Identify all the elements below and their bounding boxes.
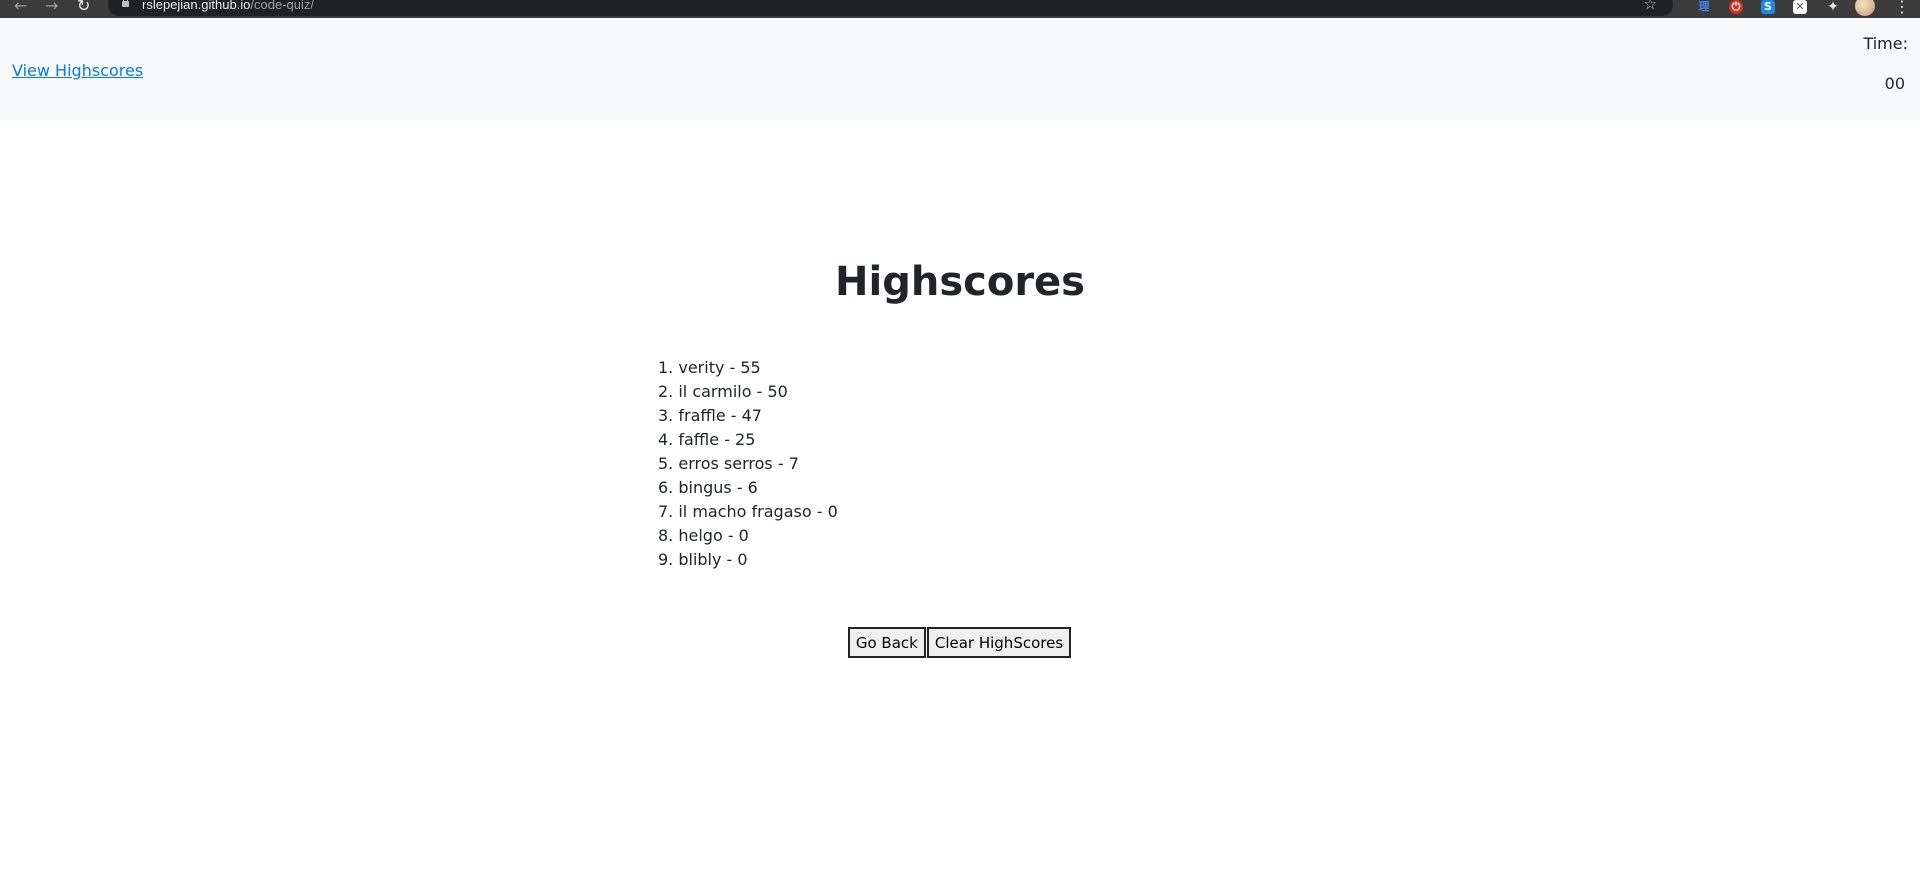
extensions-puzzle-icon[interactable]: ✦ <box>1826 0 1840 14</box>
x-extension-icon[interactable]: ✕ <box>1793 0 1807 14</box>
list-item: 6. bingus - 6 <box>658 478 758 497</box>
reload-icon[interactable]: ↻ <box>77 0 90 15</box>
list-item: 7. il macho fragaso - 0 <box>658 502 838 521</box>
list-item: 9. blibly - 0 <box>658 550 748 569</box>
list-item: 8. helgo - 0 <box>658 526 749 545</box>
browser-toolbar: ← → ↻ rslepejian.github.io/code-quiz/ ☆ … <box>0 0 1920 18</box>
clear-highscores-button[interactable]: Clear HighScores <box>926 627 1072 658</box>
red-extension-icon[interactable]: ⏻ <box>1729 0 1743 14</box>
url-host: rslepejian.github.io <box>142 0 251 12</box>
list-item: 4. faffle - 25 <box>658 430 756 449</box>
page-header: View Highscores Time: 00 <box>0 18 1920 120</box>
go-back-button[interactable]: Go Back <box>847 627 926 658</box>
action-buttons: Go Back Clear HighScores <box>0 627 1920 658</box>
list-item: 5. erros serros - 7 <box>658 454 799 473</box>
list-item: 3. fraffle - 47 <box>658 406 762 425</box>
bookmark-star-icon[interactable]: ☆ <box>1644 0 1657 13</box>
timer: Time: 00 <box>1863 34 1908 93</box>
highscores-list: 1. verity - 55 2. il carmilo - 50 3. fra… <box>658 356 838 572</box>
list-item: 1. verity - 55 <box>658 358 761 377</box>
time-value: 00 <box>1884 74 1905 93</box>
back-arrow-icon[interactable]: ← <box>14 0 27 15</box>
translate-extension-icon[interactable]: 理 <box>1697 0 1711 14</box>
s-extension-icon[interactable]: S <box>1761 0 1775 14</box>
address-bar[interactable]: rslepejian.github.io/code-quiz/ ☆ <box>108 0 1673 16</box>
lock-icon[interactable] <box>122 0 129 7</box>
page-title: Highscores <box>835 259 1085 305</box>
forward-arrow-icon[interactable]: → <box>45 0 58 15</box>
list-item: 2. il carmilo - 50 <box>658 382 788 401</box>
time-label: Time: <box>1863 34 1908 53</box>
view-highscores-link[interactable]: View Highscores <box>12 61 143 80</box>
url-path: /code-quiz/ <box>250 0 314 12</box>
profile-avatar[interactable] <box>1855 0 1875 16</box>
address-url[interactable]: rslepejian.github.io/code-quiz/ <box>142 0 314 11</box>
browser-menu-icon[interactable]: ⋮ <box>1894 0 1910 16</box>
